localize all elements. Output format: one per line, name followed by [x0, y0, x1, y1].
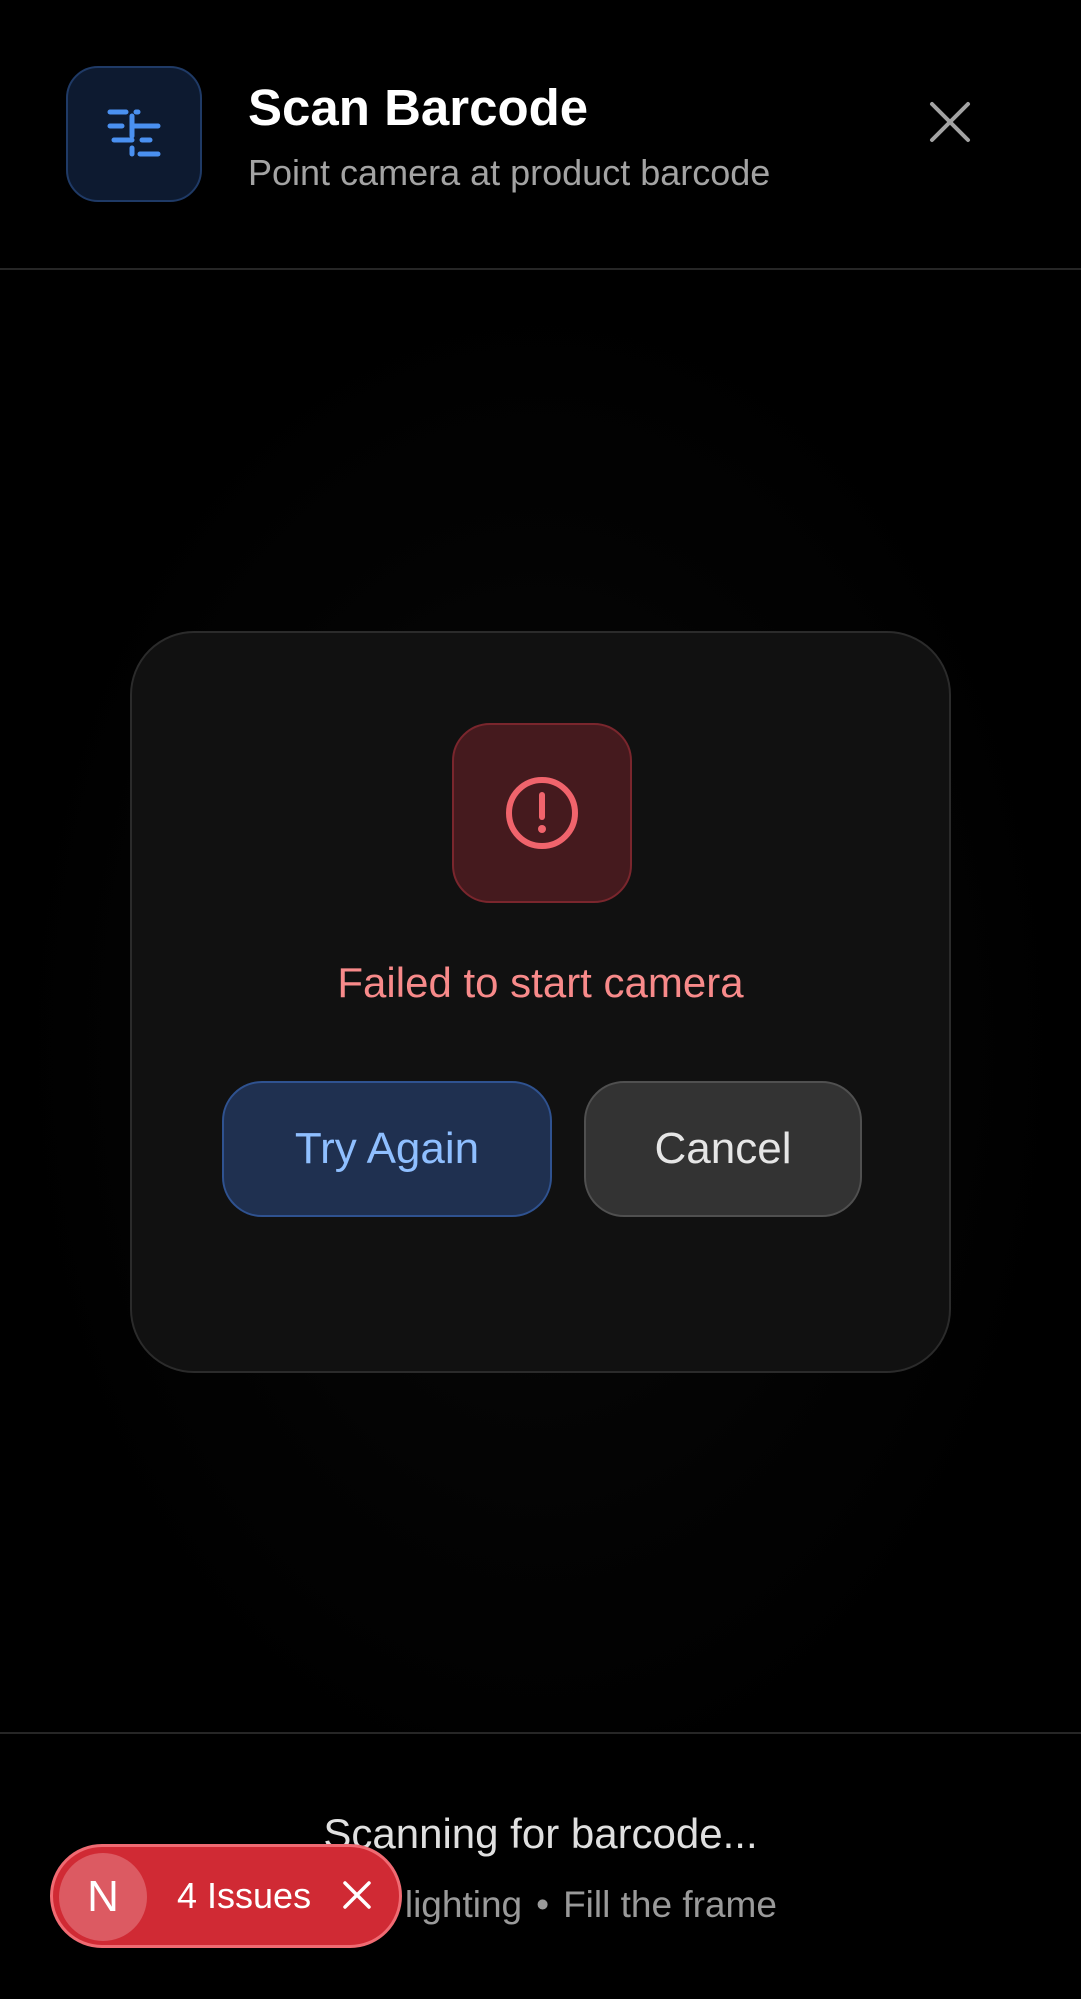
- scan-barcode-screen: Scan Barcode Point camera at product bar…: [0, 0, 1081, 1999]
- alert-circle-icon: [506, 777, 578, 849]
- issues-close-button[interactable]: [335, 1873, 379, 1917]
- close-icon: [343, 1881, 371, 1909]
- header: Scan Barcode Point camera at product bar…: [0, 0, 1081, 270]
- try-again-button[interactable]: Try Again: [222, 1081, 552, 1217]
- close-button[interactable]: [920, 92, 980, 152]
- tip-fill-frame: Fill the frame: [563, 1884, 777, 1925]
- error-card: Failed to start camera Try Again Cancel: [130, 631, 951, 1373]
- issues-badge[interactable]: N 4 Issues: [50, 1844, 402, 1948]
- error-icon-box: [452, 723, 632, 903]
- page-title: Scan Barcode: [248, 79, 589, 136]
- error-message: Failed to start camera: [337, 959, 744, 1006]
- tip-separator: •: [536, 1884, 550, 1925]
- cancel-button[interactable]: Cancel: [584, 1081, 862, 1217]
- n-logo-badge: N: [59, 1853, 147, 1941]
- issues-count-label: 4 Issues: [177, 1875, 312, 1916]
- page-subtitle: Point camera at product barcode: [248, 152, 771, 193]
- close-icon: [930, 102, 970, 142]
- barcode-scan-icon: [66, 66, 202, 202]
